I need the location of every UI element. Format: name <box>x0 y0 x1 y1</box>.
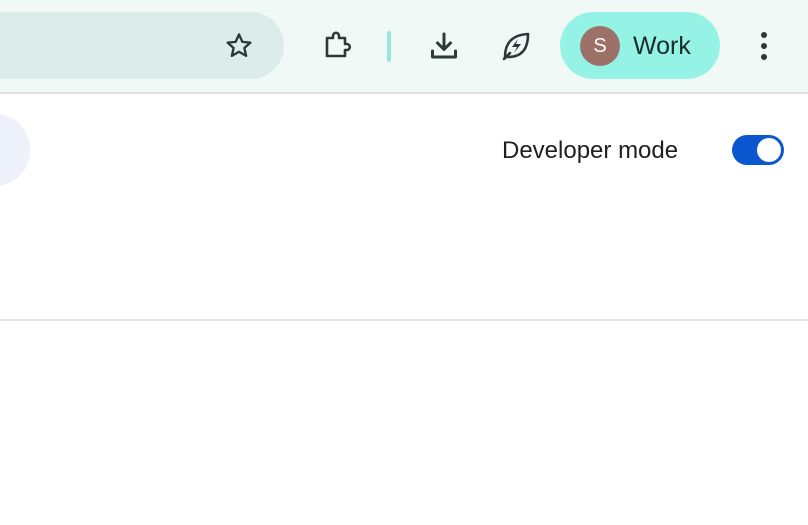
profile-name: Work <box>633 32 691 60</box>
star-icon[interactable] <box>222 29 256 63</box>
toolbar-divider <box>387 31 391 62</box>
profile-button[interactable]: S Work <box>560 12 720 79</box>
address-bar[interactable] <box>0 12 284 79</box>
download-icon[interactable] <box>422 24 466 68</box>
avatar: S <box>580 26 620 66</box>
leaf-bolt-icon[interactable] <box>494 24 538 68</box>
section-divider <box>0 319 808 321</box>
browser-toolbar: S Work <box>0 0 808 94</box>
developer-mode-label: Developer mode <box>502 137 679 164</box>
toggle-knob <box>757 138 781 162</box>
three-dot-menu-icon[interactable] <box>742 24 786 68</box>
developer-mode-toggle[interactable] <box>732 135 784 165</box>
puzzle-icon[interactable] <box>315 24 359 68</box>
search-field-edge[interactable] <box>0 114 30 186</box>
